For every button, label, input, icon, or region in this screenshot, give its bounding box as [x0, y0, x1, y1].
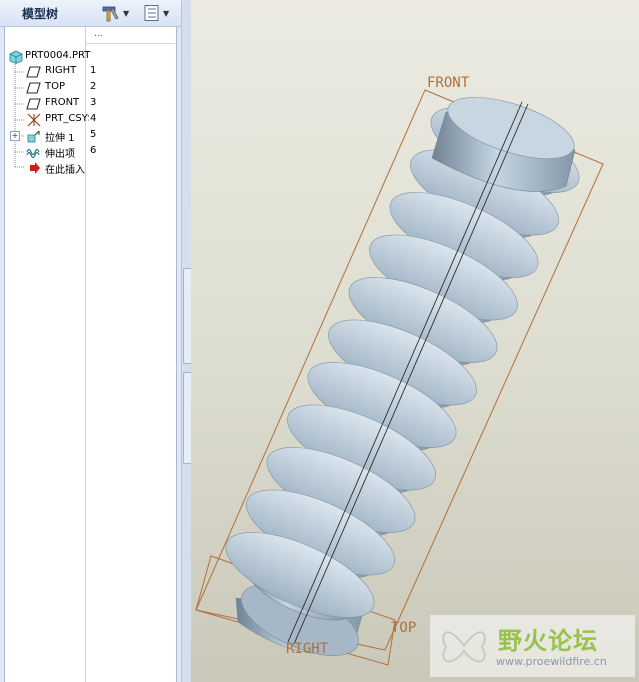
model-tree-panel: 模型树 ▼ ▼ ... PRT0004.PRT RIGHT 1 TOP 2 FR…	[0, 0, 181, 682]
tree-item-label: 拉伸 1	[45, 133, 75, 144]
datum-plane-icon	[26, 98, 41, 110]
tree-item-number: 5	[90, 129, 97, 140]
tree-item-label: TOP	[45, 81, 66, 92]
tree-item-right[interactable]: RIGHT 1	[4, 64, 175, 80]
extrude-icon	[27, 130, 40, 143]
coordinate-system-icon	[27, 113, 41, 127]
tree-root-part[interactable]: PRT0004.PRT	[4, 49, 175, 65]
tree-item-number: 6	[90, 145, 97, 156]
tree-item-number: 4	[90, 113, 97, 124]
tree-item-label: RIGHT	[45, 65, 77, 76]
tree-list-icon	[144, 5, 159, 21]
protrusion-icon	[26, 148, 40, 159]
tree-item-label: 伸出项	[45, 149, 75, 160]
tree-item-extrude-1[interactable]: + 拉伸 1 5	[4, 128, 175, 144]
tree-item-number: 1	[90, 65, 97, 76]
column-header[interactable]: ...	[86, 27, 175, 44]
tree-item-prt-csys[interactable]: PRT_CSYS 4	[4, 112, 175, 128]
insert-here-icon	[30, 162, 40, 174]
watermark-logo: 野火论坛 www.proewildfire.cn	[430, 615, 635, 677]
tree-item-label: FRONT	[45, 97, 80, 108]
column-header-label: ...	[94, 29, 103, 39]
expand-icon[interactable]: +	[10, 131, 20, 141]
tree-item-front[interactable]: FRONT 3	[4, 96, 175, 112]
graphics-viewport[interactable]: FRONT TOP RIGHT	[191, 0, 639, 682]
model-tree-title: 模型树	[22, 7, 59, 21]
screw-model[interactable]: FRONT TOP RIGHT	[191, 0, 639, 682]
tree-item-number: 3	[90, 97, 97, 108]
front-plane-label[interactable]: FRONT	[427, 75, 470, 91]
show-dropdown-button[interactable]: ▼	[143, 3, 169, 23]
tree-item-top[interactable]: TOP 2	[4, 80, 175, 96]
tree-item-label: PRT_CSYS	[45, 113, 89, 124]
chevron-down-icon: ▼	[123, 8, 130, 18]
tree-item-protrusion[interactable]: 伸出项 6	[4, 144, 175, 160]
settings-dropdown-button[interactable]: ▼	[101, 3, 129, 23]
tools-icon	[102, 6, 119, 22]
model-tree-header: 模型树 ▼ ▼	[0, 0, 181, 27]
chevron-down-icon: ▼	[163, 8, 170, 18]
tree-item-label: 在此插入	[45, 165, 85, 176]
right-plane-label[interactable]: RIGHT	[286, 641, 329, 657]
datum-plane-icon	[26, 66, 41, 78]
tree-item-number: 2	[90, 81, 97, 92]
watermark-url: www.proewildfire.cn	[496, 655, 607, 668]
datum-plane-icon	[26, 82, 41, 94]
part-icon	[9, 50, 23, 64]
top-plane-label[interactable]: TOP	[391, 620, 416, 636]
watermark-text: 野火论坛	[498, 627, 598, 655]
butterfly-logo-icon	[442, 631, 486, 663]
tree-root-label: PRT0004.PRT	[25, 50, 91, 61]
tree-item-insert-here[interactable]: 在此插入	[4, 160, 175, 176]
